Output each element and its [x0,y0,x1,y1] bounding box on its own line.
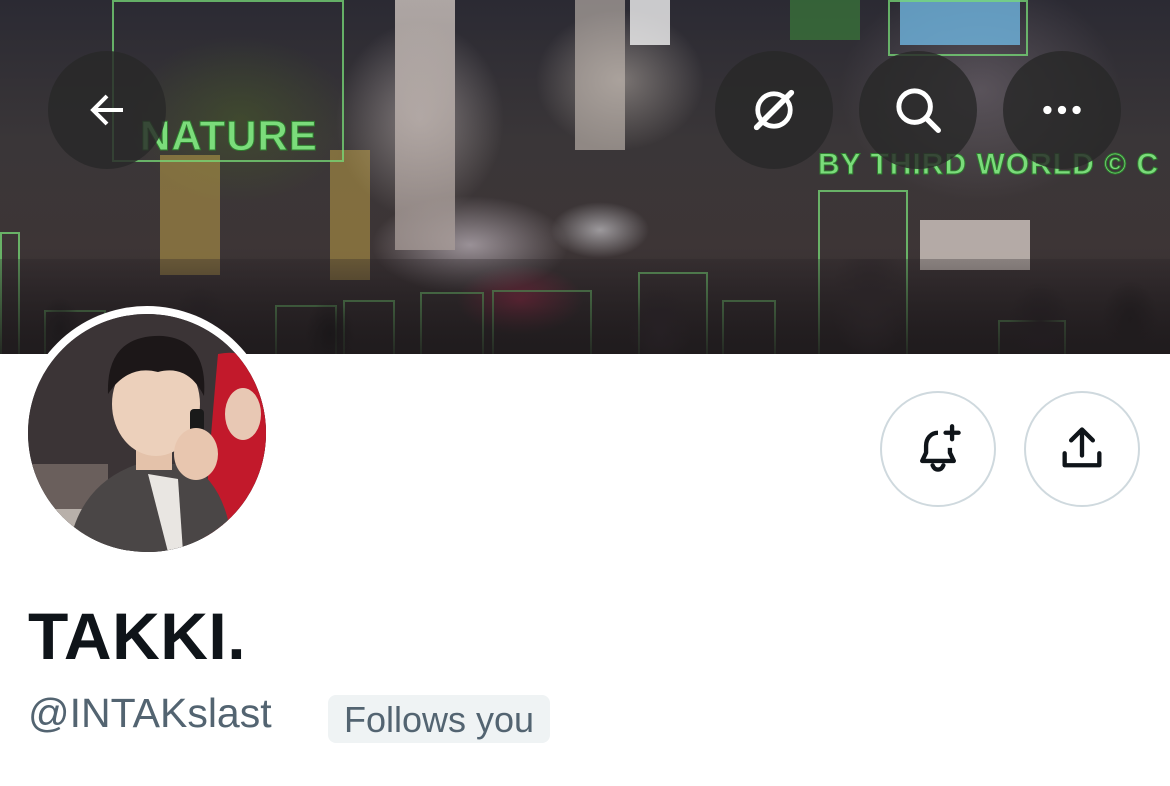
bell-plus-icon [920,424,961,472]
more-button[interactable] [1003,51,1121,169]
detection-box [888,0,1028,56]
profile-banner[interactable]: NATURE BY THIRD WORLD © C [0,0,1170,354]
banner-text-nature: NATURE [140,112,318,160]
search-button[interactable] [859,51,977,169]
avatar[interactable] [28,314,266,552]
avatar-image [28,314,266,552]
share-button[interactable] [1024,391,1140,507]
user-handle: @INTAKslast [28,690,272,736]
avatar-frame[interactable] [20,306,274,560]
search-icon [896,88,941,133]
grok-icon [753,89,795,131]
display-name: TAKKI. [28,599,247,673]
banner-text-byline: BY THIRD WORLD © C [817,148,1160,182]
grok-button[interactable] [715,51,833,169]
notify-button[interactable] [880,391,996,507]
share-upload-icon [1062,427,1102,468]
arrow-left-icon [90,94,123,126]
more-horizontal-icon [1043,105,1081,115]
follows-you-badge: Follows you [328,695,551,743]
back-button[interactable] [48,51,166,169]
